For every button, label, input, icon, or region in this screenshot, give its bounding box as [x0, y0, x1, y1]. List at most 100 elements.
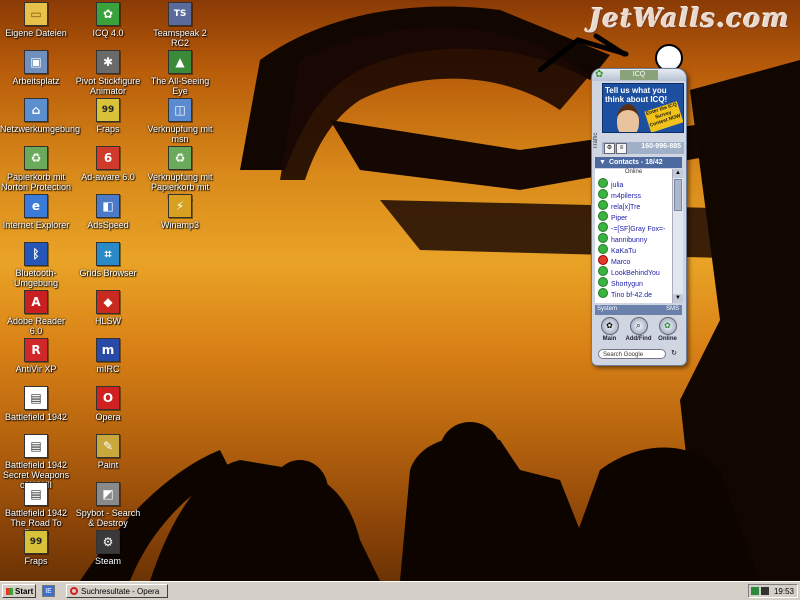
hlsw-icon: ◆: [96, 290, 120, 314]
msn-shortcut-icon: ◫: [168, 98, 192, 122]
desktop-icon-icq[interactable]: ✿ ICQ 4.0: [72, 2, 144, 38]
desktop-icon-winamp[interactable]: ⚡ Winamp3: [144, 194, 216, 230]
desktop-icon-teamspeak[interactable]: TS Teamspeak 2 RC2: [144, 2, 216, 48]
clock[interactable]: 19:53: [774, 586, 794, 597]
icq-icon: ✿: [96, 2, 120, 26]
contact-item[interactable]: m4pilerss: [595, 189, 672, 200]
contact-item[interactable]: Shortygun: [595, 277, 672, 288]
search-go-icon[interactable]: ↻: [669, 349, 679, 359]
paint-icon: ✎: [96, 434, 120, 458]
icq-survey-banner[interactable]: Tell us what you think about ICQ! Enter …: [602, 83, 684, 133]
survey-contest-badge: Enter the ICQ Survey Contest NOW: [644, 101, 683, 132]
online-status-icon: [598, 222, 608, 232]
contact-item[interactable]: Tino bf-42.de: [595, 288, 672, 299]
taskbar-button-opera[interactable]: Suchresultate - Opera: [66, 584, 168, 598]
desktop-icon-msn-shortcut[interactable]: ◫ Verknüpfung mit msn: [144, 98, 216, 144]
quick-launch-ie-icon[interactable]: IE: [42, 585, 55, 597]
contact-item[interactable]: LookBehindYou: [595, 266, 672, 277]
contact-item[interactable]: hannibunny: [595, 233, 672, 244]
contact-name: Piper: [611, 215, 628, 222]
windows-logo-icon: [6, 588, 13, 595]
recycle-shortcut-icon: ♻: [168, 146, 192, 170]
contact-item[interactable]: KaKaTu: [595, 244, 672, 255]
contact-name: Tino bf-42.de: [611, 292, 652, 299]
tray-volume-icon[interactable]: [761, 587, 769, 595]
network-icon: ⌂: [24, 98, 48, 122]
flower-icon: ✿: [600, 317, 619, 335]
icq-side-label: Traffic: [593, 132, 599, 149]
taskbar: Start IE Suchresultate - Opera 19:53: [0, 581, 800, 600]
icq-gear-icon[interactable]: ⚙: [604, 143, 615, 154]
desktop-icon-pivot[interactable]: ✱ Pivot Stickfigure Animator: [72, 50, 144, 96]
add-find-button[interactable]: ⌕ Add/Find: [625, 317, 652, 343]
desktop-icon-ad-aware[interactable]: 6 Ad-aware 6.0: [72, 146, 144, 182]
system-tray: 19:53: [748, 584, 798, 598]
recycle-bin-icon: ♻: [24, 146, 48, 170]
contact-item[interactable]: Marco: [595, 255, 672, 266]
desktop-icon-adsspeed[interactable]: ◧ AdsSpeed: [72, 194, 144, 230]
opera-icon: [70, 587, 78, 595]
online-status-button[interactable]: ✿ Online: [654, 317, 681, 343]
ad-aware-icon: 6: [96, 146, 120, 170]
desktop-icon-battlefield-1942[interactable]: ▤ Battlefield 1942: [0, 386, 72, 422]
contacts-header[interactable]: ▼ Contacts - 18/42: [595, 157, 682, 168]
desktop-icon-spybot[interactable]: ◩ Spybot - Search & Destroy: [72, 482, 144, 528]
collapse-arrow-icon: ▼: [599, 159, 606, 166]
fraps-icon: 99: [96, 98, 120, 122]
contact-item[interactable]: julia: [595, 178, 672, 189]
steam-icon: ⚙: [96, 530, 120, 554]
icq-flower-icon[interactable]: ✿: [595, 70, 605, 80]
contact-name: Marco: [611, 259, 631, 266]
desktop-icon-grids-browser[interactable]: ⌗ Grids Browser: [72, 242, 144, 278]
contact-list[interactable]: julia m4pilerss rela[x]Tre Piper -=[SF]Gray …: [595, 178, 672, 303]
online-status-icon: [598, 277, 608, 287]
online-status-icon: [598, 178, 608, 188]
online-status-icon: [598, 200, 608, 210]
desktop-icon-steam[interactable]: ⚙ Steam: [72, 530, 144, 566]
desktop-icon-paint[interactable]: ✎ Paint: [72, 434, 144, 470]
icq-bottom-tabs: System SMS: [595, 305, 682, 315]
icq-uin: 160-996-885: [641, 143, 681, 150]
icq-main-buttons: ✿ Main ⌕ Add/Find ✿ Online: [595, 317, 682, 347]
desktop-icon-papierkorb[interactable]: ♻ Papierkorb mit Norton Protection: [0, 146, 72, 192]
icq-titlebar[interactable]: ✿ ICQ: [592, 69, 686, 81]
contact-item[interactable]: -=[SF]Gray Fox=-: [595, 222, 672, 233]
icq-history-icon[interactable]: ≡: [616, 143, 627, 154]
desktop-icon-fraps[interactable]: 99 Fraps: [0, 530, 72, 566]
battlefield-rtr-icon: ▤: [24, 482, 48, 506]
spybot-icon: ◩: [96, 482, 120, 506]
pivot-icon: ✱: [96, 50, 120, 74]
desktop-icon-antivir[interactable]: R AntiVir XP: [0, 338, 72, 374]
tab-system[interactable]: System: [597, 306, 617, 312]
desktop-icon-opera[interactable]: O Opera: [72, 386, 144, 422]
desktop-icon-adobe-reader[interactable]: A Adobe Reader 6.0: [0, 290, 72, 336]
online-status-icon: [598, 189, 608, 199]
desktop-icon-hlsw[interactable]: ◆ HLSW: [72, 290, 144, 326]
icq-window[interactable]: ✿ ICQ Tell us what you think about ICQ! …: [591, 68, 687, 366]
google-search-input[interactable]: Search Google: [598, 349, 666, 359]
contact-list-scrollbar[interactable]: ▲ ▼: [672, 169, 683, 303]
desktop-icon-bluetooth[interactable]: ᛒ Bluetooth-Umgebung: [0, 242, 72, 288]
contact-item[interactable]: Piper: [595, 211, 672, 222]
scroll-down-icon[interactable]: ▼: [673, 294, 683, 303]
desktop-icon-internet-explorer[interactable]: e Internet Explorer: [0, 194, 72, 230]
desktop-icon-mirc[interactable]: m mIRC: [72, 338, 144, 374]
desktop[interactable]: JetWalls.com ▭ Eigene Dateien ▣ Arbeitsp…: [0, 0, 800, 581]
start-button[interactable]: Start: [2, 584, 36, 598]
desktop-icon-netzwerkumgebung[interactable]: ⌂ Netzwerkumgebung: [0, 98, 80, 134]
scroll-thumb[interactable]: [674, 179, 682, 211]
contact-item[interactable]: rela[x]Tre: [595, 200, 672, 211]
contact-name: julia: [611, 182, 624, 189]
desktop-icon-eigene-dateien[interactable]: ▭ Eigene Dateien: [0, 2, 72, 38]
main-button[interactable]: ✿ Main: [596, 317, 623, 343]
mirc-icon: m: [96, 338, 120, 362]
tray-network-icon[interactable]: [751, 587, 759, 595]
scroll-up-icon[interactable]: ▲: [673, 169, 683, 178]
desktop-icon-fraps-2[interactable]: 99 Fraps: [72, 98, 144, 134]
teamspeak-icon: TS: [168, 2, 192, 26]
online-status-icon: [598, 266, 608, 276]
desktop-icon-all-seeing-eye[interactable]: ▲ The All-Seeing Eye: [144, 50, 216, 96]
desktop-icon-arbeitsplatz[interactable]: ▣ Arbeitsplatz: [0, 50, 72, 86]
tab-sms[interactable]: SMS: [666, 306, 679, 312]
battlefield-icon: ▤: [24, 386, 48, 410]
